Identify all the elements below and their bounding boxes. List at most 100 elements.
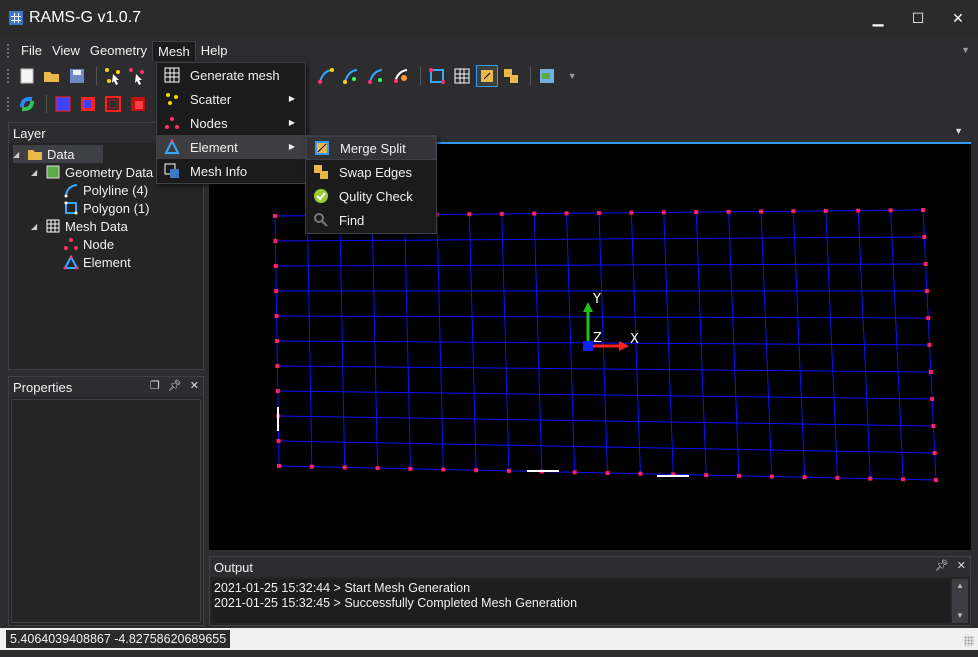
menu-item-find[interactable]: Find (306, 208, 436, 232)
mesh-node[interactable] (564, 211, 569, 216)
mesh-node[interactable] (931, 424, 936, 428)
polyline-tool-button[interactable] (315, 65, 337, 87)
refresh-button[interactable] (16, 93, 38, 115)
mesh-node[interactable] (901, 477, 906, 482)
mesh-node[interactable] (276, 439, 281, 443)
mesh-node[interactable] (532, 211, 537, 216)
mesh-node[interactable] (273, 239, 278, 243)
mesh-node[interactable] (506, 468, 511, 473)
mesh-node[interactable] (277, 464, 281, 468)
merge-split-button[interactable] (475, 65, 498, 87)
mesh-node[interactable] (926, 316, 931, 320)
menu-view[interactable]: View (47, 41, 85, 61)
mesh-node[interactable] (274, 314, 279, 318)
menu-mesh[interactable]: Mesh (151, 41, 196, 61)
polyline-edit-button[interactable] (340, 65, 362, 87)
mesh-node[interactable] (694, 210, 699, 215)
polyline-split-button[interactable] (365, 65, 387, 87)
mesh-node[interactable] (274, 289, 279, 293)
menu-item-element[interactable]: Element ▶ (157, 135, 305, 159)
menu-item-quality-check[interactable]: Qulity Check (306, 184, 436, 208)
polygon-tool-button[interactable] (426, 65, 448, 87)
output-pin-icon[interactable]: 📌︎ (935, 559, 949, 572)
mesh-node[interactable] (769, 474, 774, 479)
properties-float-icon[interactable]: ❐ (150, 379, 160, 392)
minimize-button[interactable]: ▁ (858, 0, 898, 36)
menu-item-swap-edges[interactable]: Swap Edges (306, 160, 436, 184)
mesh-node[interactable] (309, 464, 314, 469)
menubar-overflow-icon[interactable]: ▼ (961, 45, 970, 55)
mesh-node[interactable] (704, 473, 709, 478)
mesh-node[interactable] (273, 214, 277, 218)
tree-item-mesh-data[interactable]: ◢ Mesh Data (13, 217, 201, 235)
polyline-delete-button[interactable] (390, 65, 412, 87)
mesh-node[interactable] (726, 209, 731, 214)
mesh-node[interactable] (802, 475, 807, 480)
menu-item-generate-mesh[interactable]: Generate mesh (157, 63, 305, 87)
mesh-node[interactable] (927, 343, 932, 347)
mesh-node[interactable] (474, 468, 479, 473)
viewport-tab-menu-icon[interactable]: ▼ (954, 126, 963, 136)
mesh-node[interactable] (499, 211, 504, 216)
properties-pin-icon[interactable]: 📌︎ (168, 379, 182, 392)
mesh-node[interactable] (605, 471, 610, 475)
toolbar-overflow-icon[interactable]: ▼ (561, 65, 583, 87)
mesh-node[interactable] (342, 465, 347, 470)
mesh-node[interactable] (921, 208, 925, 212)
mesh-node[interactable] (275, 364, 280, 368)
mesh-node[interactable] (736, 473, 741, 478)
expand-icon[interactable]: ◢ (13, 150, 23, 159)
menu-item-scatter[interactable]: Scatter ▶ (157, 87, 305, 111)
properties-close-icon[interactable]: ✕ (190, 379, 199, 392)
select-points-button[interactable] (102, 65, 124, 87)
menu-file[interactable]: File (16, 41, 47, 61)
mesh-node[interactable] (661, 210, 666, 215)
mesh-node[interactable] (835, 475, 840, 480)
expand-icon[interactable]: ◢ (31, 222, 41, 231)
menu-geometry[interactable]: Geometry (85, 41, 152, 61)
scroll-down-icon[interactable]: ▼ (952, 609, 968, 623)
mesh-node[interactable] (273, 264, 278, 268)
mesh-node[interactable] (928, 370, 933, 374)
select-nodes-button[interactable] (126, 65, 148, 87)
mesh-node[interactable] (934, 478, 938, 482)
menu-item-nodes[interactable]: Nodes ▶ (157, 111, 305, 135)
resize-grip-icon[interactable] (964, 636, 974, 646)
menu-item-merge-split[interactable]: Merge Split (306, 136, 436, 160)
mesh-node[interactable] (441, 467, 446, 472)
mesh-node[interactable] (572, 470, 577, 475)
menu-help[interactable]: Help (196, 41, 233, 61)
view-side-button[interactable] (102, 93, 124, 115)
mesh-node[interactable] (923, 262, 928, 266)
new-file-button[interactable] (16, 65, 38, 87)
mesh-node[interactable] (597, 211, 601, 215)
view-iso-button[interactable] (127, 93, 149, 115)
open-file-button[interactable] (41, 65, 63, 87)
mesh-node[interactable] (275, 339, 279, 343)
map-button[interactable] (536, 65, 558, 87)
generate-mesh-button[interactable] (451, 65, 473, 87)
mesh-node[interactable] (275, 389, 280, 393)
mesh-node[interactable] (924, 289, 929, 293)
tree-item-data[interactable]: ◢ Data (13, 145, 103, 163)
mesh-node[interactable] (467, 212, 472, 217)
mesh-node[interactable] (888, 208, 893, 213)
maximize-button[interactable]: ☐ (898, 0, 938, 36)
mesh-node[interactable] (791, 209, 796, 214)
swap-edges-button[interactable] (501, 65, 523, 87)
tree-item-node[interactable]: Node (13, 235, 201, 253)
mesh-node[interactable] (408, 466, 413, 471)
mesh-node[interactable] (932, 451, 937, 455)
mesh-node[interactable] (823, 208, 828, 213)
mesh-node[interactable] (856, 208, 861, 213)
close-button[interactable]: ✕ (938, 0, 978, 36)
output-scrollbar[interactable]: ▲ ▼ (952, 579, 968, 623)
mesh-node[interactable] (629, 210, 634, 215)
expand-icon[interactable]: ◢ (31, 168, 41, 177)
mesh-node[interactable] (930, 397, 935, 401)
menu-item-mesh-info[interactable]: Mesh Info (157, 159, 305, 183)
mesh-node[interactable] (638, 471, 643, 476)
view-back-button[interactable] (77, 93, 99, 115)
view-front-button[interactable] (52, 93, 74, 115)
mesh-node[interactable] (759, 209, 763, 214)
